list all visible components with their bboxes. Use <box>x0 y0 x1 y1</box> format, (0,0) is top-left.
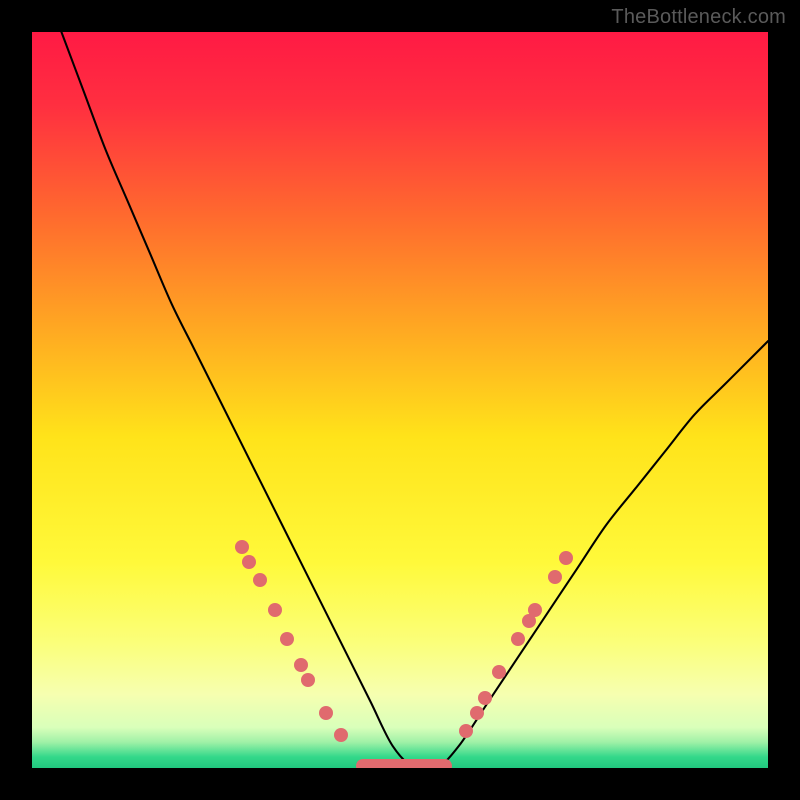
curve-marker-right-2 <box>478 691 492 705</box>
curve-marker-left-3 <box>268 603 282 617</box>
curve-marker-right-1 <box>470 706 484 720</box>
curve-marker-right-7 <box>548 570 562 584</box>
curve-bottom-bar <box>356 759 452 768</box>
curve-marker-right-8 <box>559 551 573 565</box>
curve-marker-right-3 <box>492 665 506 679</box>
curve-marker-left-4 <box>280 632 294 646</box>
curve-marker-left-0 <box>235 540 249 554</box>
watermark-text: TheBottleneck.com <box>611 6 786 29</box>
curve-marker-left-2 <box>253 573 267 587</box>
curve-marker-left-5 <box>294 658 308 672</box>
bottleneck-curve <box>32 32 768 768</box>
curve-marker-right-6 <box>528 603 542 617</box>
curve-marker-right-0 <box>459 724 473 738</box>
curve-marker-left-1 <box>242 555 256 569</box>
curve-marker-left-6 <box>301 673 315 687</box>
curve-marker-left-7 <box>319 706 333 720</box>
curve-marker-left-8 <box>334 728 348 742</box>
plot-area <box>32 32 768 768</box>
curve-marker-right-4 <box>511 632 525 646</box>
